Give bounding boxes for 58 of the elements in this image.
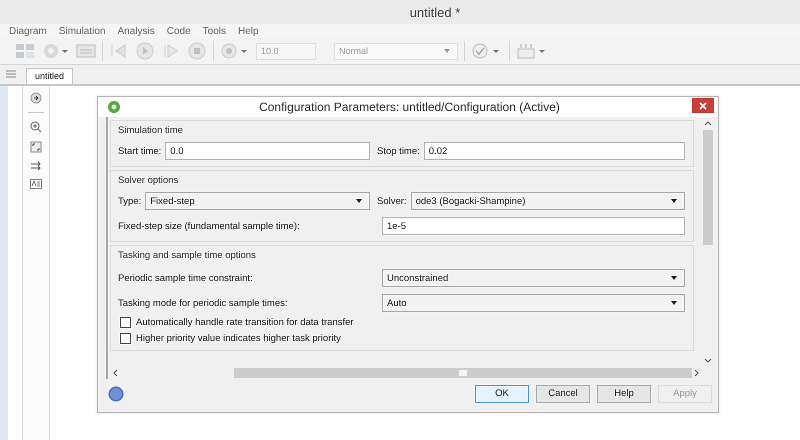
menu-item[interactable]: Help	[238, 26, 259, 36]
stop-icon[interactable]	[187, 42, 207, 60]
input-field[interactable]: 1e-5	[382, 217, 685, 235]
dialog-button[interactable]: OK	[475, 384, 529, 402]
field-label: Type:	[118, 196, 142, 206]
annotation-icon[interactable]	[30, 179, 42, 189]
fit-view-icon[interactable]	[30, 141, 42, 153]
settings-icon[interactable]	[42, 42, 70, 60]
scroll-left-icon[interactable]	[112, 369, 118, 377]
dropdown[interactable]: Unconstrained	[382, 269, 685, 287]
dialog-button[interactable]: Help	[597, 384, 651, 402]
explorer-icon[interactable]	[76, 42, 96, 60]
field-label: Stop time:	[377, 146, 420, 156]
scroll-down-icon[interactable]	[704, 358, 712, 364]
scroll-right-icon[interactable]	[694, 369, 700, 377]
input-field[interactable]: 0.02	[424, 142, 685, 160]
scroll-up-icon[interactable]	[704, 120, 712, 126]
grid-icon[interactable]	[516, 42, 548, 60]
caret-icon	[443, 48, 451, 54]
caret-icon	[670, 198, 678, 204]
window-title: untitled *	[410, 4, 460, 20]
menu-item[interactable]: Diagram	[9, 26, 47, 36]
menu-item[interactable]: Simulation	[58, 26, 106, 36]
menu-item[interactable]: Code	[166, 26, 191, 36]
run-icon[interactable]	[135, 42, 155, 60]
field-label: Start time:	[118, 146, 162, 156]
checkbox[interactable]	[120, 317, 131, 328]
dialog-title: Configuration Parameters: untitled/Configuration (Active)	[258, 100, 561, 114]
caret-icon	[355, 198, 363, 204]
caret-icon	[670, 300, 678, 306]
help-icon[interactable]	[108, 386, 124, 402]
checkbox-label: Higher priority value indicates higher task priority	[136, 333, 341, 344]
group-title: Solver options	[118, 174, 180, 187]
dialog-button[interactable]: Cancel	[536, 384, 590, 402]
dropdown[interactable]: ode3 (Bogacki-Shampine)	[410, 192, 685, 210]
field-label: Tasking mode for periodic sample times:	[118, 298, 288, 308]
checkbox-label: Automatically handle rate transition for data transfer	[136, 317, 354, 328]
field-label: Fixed-step size (fundamental sample time):	[118, 220, 301, 232]
group-title: Tasking and sample time options	[118, 249, 257, 262]
zoom-icon[interactable]	[30, 121, 42, 133]
group-title: Simulation time	[118, 124, 184, 137]
record-icon[interactable]	[220, 42, 250, 60]
model-tab[interactable]: untitled	[26, 68, 74, 84]
input-field[interactable]: 0.0	[165, 142, 370, 160]
caret-icon	[670, 275, 678, 281]
menu-item[interactable]: Analysis	[118, 26, 155, 36]
scroll-thumb[interactable]	[459, 370, 467, 376]
field-label: Periodic sample time constraint:	[118, 272, 254, 284]
checkbox[interactable]	[120, 333, 131, 344]
dropdown[interactable]: Auto	[382, 294, 685, 312]
field-label: Solver:	[377, 196, 407, 206]
menu-item[interactable]: Tools	[202, 26, 226, 36]
close-button[interactable]	[692, 98, 714, 113]
navigate-icon[interactable]	[30, 92, 42, 104]
arrows-icon[interactable]	[30, 161, 42, 171]
app-icon	[107, 100, 121, 114]
dropdown[interactable]: Fixed-step	[145, 192, 370, 210]
close-icon	[699, 102, 707, 110]
